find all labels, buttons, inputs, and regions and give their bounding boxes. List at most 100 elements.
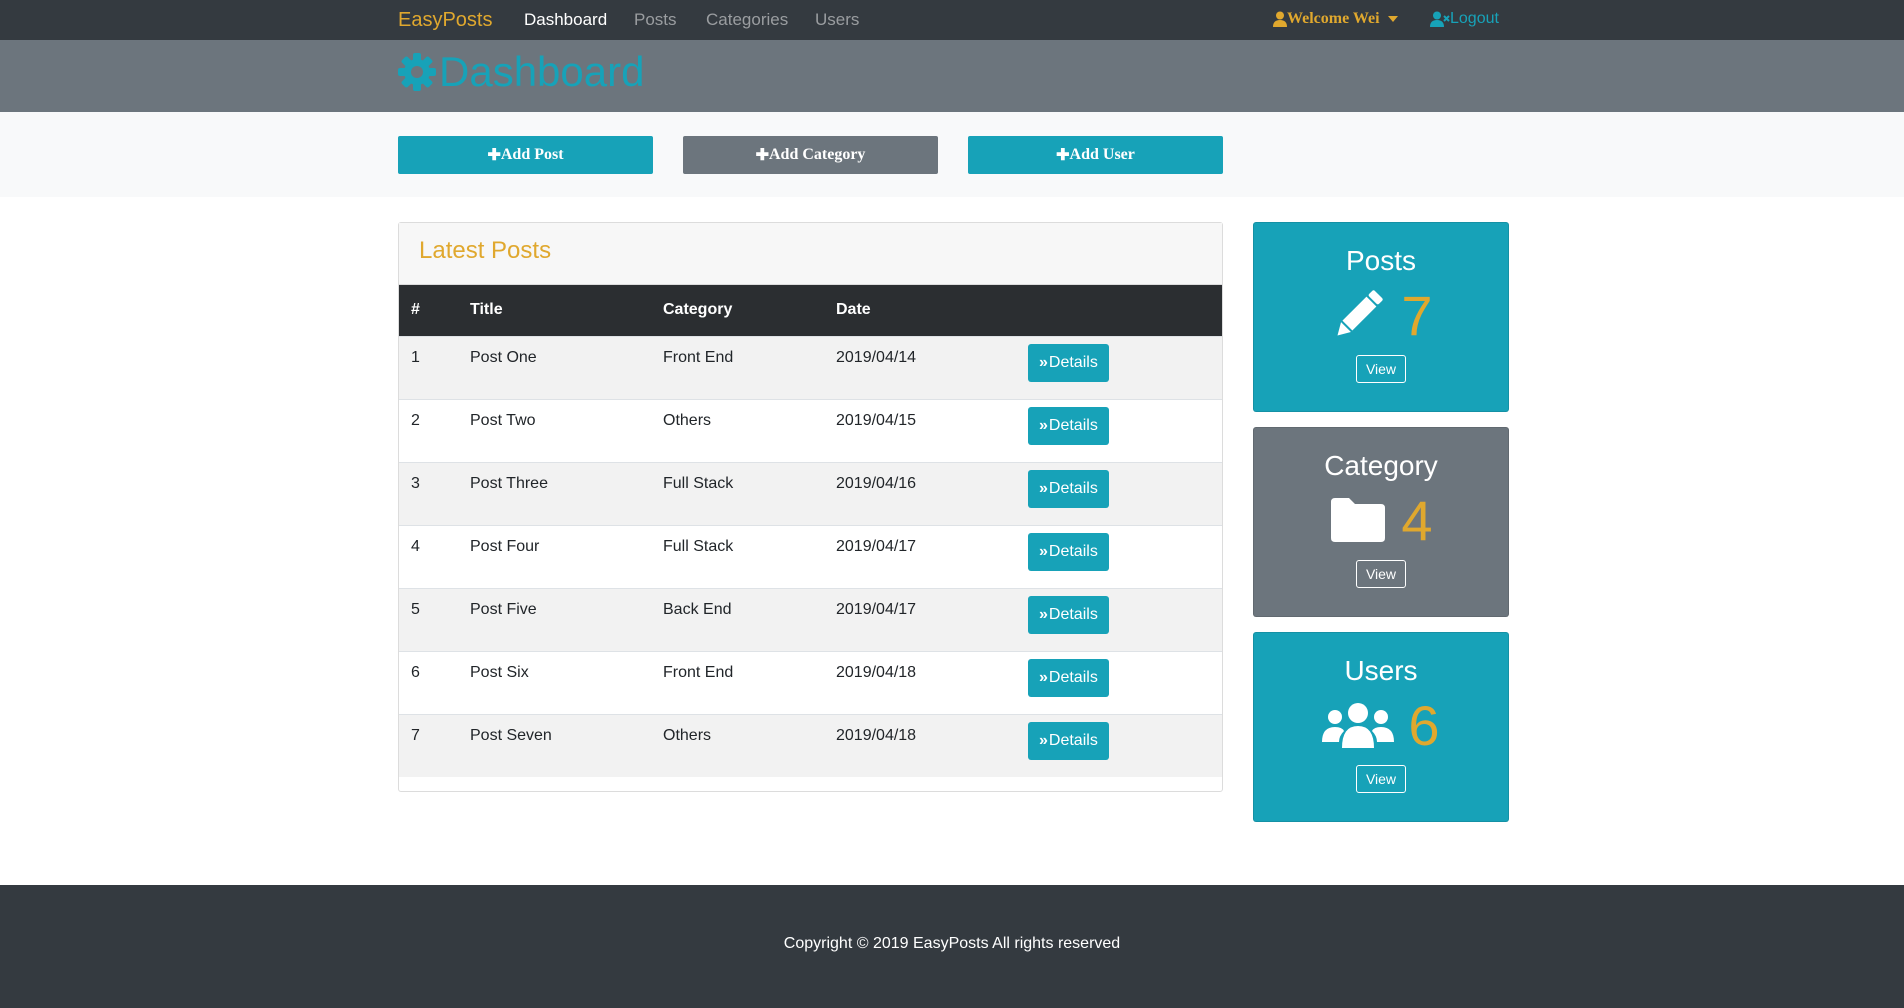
- post-actions: » Details: [1016, 461, 1222, 525]
- add-user-label: Add User: [1069, 146, 1135, 163]
- table-row: 7 Post Seven Others 2019/04/18 » Details: [399, 713, 1222, 777]
- logout-label: Logout: [1450, 10, 1499, 27]
- angle-double-right-icon: »: [1039, 731, 1048, 749]
- table-row: 5 Post Five Back End 2019/04/17 » Details: [399, 587, 1222, 651]
- angle-double-right-icon: »: [1039, 353, 1048, 371]
- col-number: #: [411, 301, 420, 319]
- posts-count: 7: [1401, 283, 1433, 347]
- post-category: Front End: [651, 650, 824, 714]
- post-actions: » Details: [1016, 587, 1222, 651]
- nav-dashboard[interactable]: Dashboard: [524, 10, 607, 30]
- post-date: 2019/04/18: [824, 713, 1016, 777]
- post-date: 2019/04/17: [824, 524, 1016, 588]
- details-button[interactable]: » Details: [1028, 343, 1109, 382]
- logout-link[interactable]: Logout: [1430, 10, 1499, 28]
- post-date: 2019/04/18: [824, 650, 1016, 714]
- users-stat-card: Users 6 View: [1253, 632, 1509, 822]
- post-actions: » Details: [1016, 524, 1222, 588]
- table-row: 3 Post Three Full Stack 2019/04/16 » Details: [399, 461, 1222, 525]
- details-button[interactable]: » Details: [1028, 721, 1109, 760]
- details-label: Details: [1048, 416, 1098, 434]
- nav-users[interactable]: Users: [815, 10, 859, 30]
- col-category: Category: [663, 301, 733, 319]
- page-title-text: Dashboard: [439, 48, 645, 95]
- post-number: 1: [399, 335, 458, 399]
- post-actions: » Details: [1016, 398, 1222, 462]
- details-label: Details: [1048, 479, 1098, 497]
- stat-title: Users: [1344, 655, 1418, 686]
- details-label: Details: [1048, 605, 1098, 623]
- post-category: Others: [651, 398, 824, 462]
- post-number: 2: [399, 398, 458, 462]
- details-label: Details: [1048, 731, 1098, 749]
- details-button[interactable]: » Details: [1028, 658, 1109, 697]
- category-stat-card: Category 4 View: [1253, 427, 1509, 617]
- post-actions: » Details: [1016, 335, 1222, 399]
- post-date: 2019/04/14: [824, 335, 1016, 399]
- user-times-icon: [1430, 11, 1450, 27]
- post-number: 5: [399, 587, 458, 651]
- post-actions: » Details: [1016, 650, 1222, 714]
- page-header: Dashboard: [0, 40, 1904, 112]
- nav-categories[interactable]: Categories: [706, 10, 788, 30]
- copyright-text: Copyright © 2019 EasyPosts All rights re…: [783, 935, 1121, 952]
- post-category: Full Stack: [651, 461, 824, 525]
- pencil-icon: [1337, 290, 1384, 336]
- post-title: Post Four: [458, 524, 651, 588]
- post-number: 7: [399, 713, 458, 777]
- welcome-dropdown[interactable]: Welcome Wei: [1273, 10, 1398, 28]
- details-button[interactable]: » Details: [1028, 595, 1109, 634]
- post-title: Post Three: [458, 461, 651, 525]
- plus-icon: ✚: [1056, 147, 1070, 164]
- angle-double-right-icon: »: [1039, 542, 1048, 560]
- post-title: Post One: [458, 335, 651, 399]
- action-bar: ✚ Add Post ✚ Add Category ✚ Add User: [0, 112, 1904, 197]
- latest-posts-card: Latest Posts # Title Category Date 1 Post…: [398, 222, 1223, 792]
- add-post-button[interactable]: ✚ Add Post: [398, 136, 653, 174]
- col-actions: [1016, 285, 1222, 336]
- add-category-button[interactable]: ✚ Add Category: [683, 136, 938, 174]
- post-number: 6: [399, 650, 458, 714]
- angle-double-right-icon: »: [1039, 416, 1048, 434]
- brand-link[interactable]: EasyPosts: [398, 9, 492, 32]
- add-post-label: Add Post: [500, 146, 564, 163]
- welcome-label: Welcome Wei: [1287, 10, 1380, 27]
- table-row: 1 Post One Front End 2019/04/14 » Details: [399, 335, 1222, 399]
- user-icon: [1273, 11, 1287, 27]
- post-title: Post Six: [458, 650, 651, 714]
- details-button[interactable]: » Details: [1028, 532, 1109, 571]
- view-posts-button[interactable]: View: [1355, 355, 1407, 383]
- view-users-button[interactable]: View: [1355, 765, 1407, 793]
- plus-icon: ✚: [755, 147, 769, 164]
- stat-title: Posts: [1345, 245, 1417, 276]
- page-title: Dashboard: [397, 48, 644, 96]
- post-category: Front End: [651, 335, 824, 399]
- view-categories-button[interactable]: View: [1355, 560, 1407, 588]
- stat-title: Category: [1324, 450, 1438, 481]
- latest-posts-title: Latest Posts: [399, 223, 1222, 285]
- gear-icon: [398, 53, 436, 91]
- post-number: 3: [399, 461, 458, 525]
- details-label: Details: [1048, 542, 1098, 560]
- details-button[interactable]: » Details: [1028, 406, 1109, 445]
- table-row: 4 Post Four Full Stack 2019/04/17 » Details: [399, 524, 1222, 588]
- table-row: 6 Post Six Front End 2019/04/18 » Details: [399, 650, 1222, 714]
- details-button[interactable]: » Details: [1028, 469, 1109, 508]
- plus-icon: ✚: [487, 147, 501, 164]
- nav-posts[interactable]: Posts: [634, 10, 677, 30]
- details-label: Details: [1048, 668, 1098, 686]
- page-footer: Copyright © 2019 EasyPosts All rights re…: [0, 885, 1904, 1008]
- table-row: 2 Post Two Others 2019/04/15 » Details: [399, 398, 1222, 462]
- post-actions: » Details: [1016, 713, 1222, 777]
- angle-double-right-icon: »: [1039, 479, 1048, 497]
- users-icon: [1322, 703, 1395, 748]
- angle-double-right-icon: »: [1039, 605, 1048, 623]
- add-category-label: Add Category: [768, 146, 866, 163]
- add-user-button[interactable]: ✚ Add User: [968, 136, 1223, 174]
- post-title: Post Five: [458, 587, 651, 651]
- post-category: Full Stack: [651, 524, 824, 588]
- post-category: Back End: [651, 587, 824, 651]
- post-date: 2019/04/17: [824, 587, 1016, 651]
- category-count: 4: [1401, 488, 1433, 552]
- chevron-down-icon: [1387, 16, 1398, 22]
